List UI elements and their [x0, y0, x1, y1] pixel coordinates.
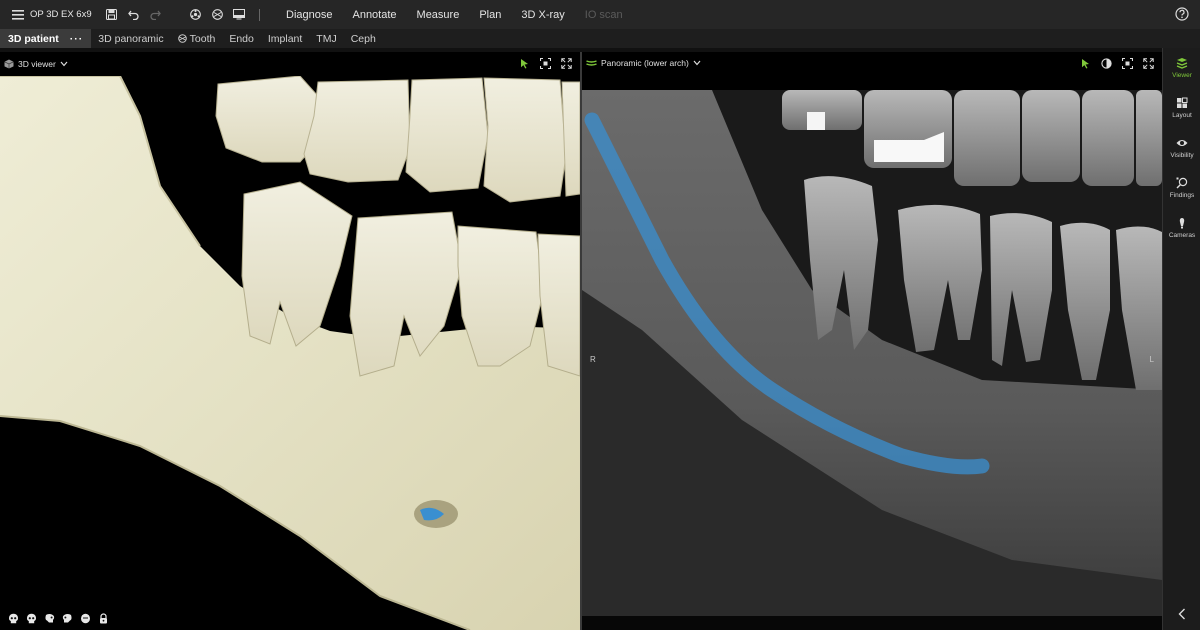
- maximize-icon[interactable]: [561, 58, 572, 69]
- study-title: OP 3D EX 6x9: [30, 9, 92, 20]
- study-menu[interactable]: OP 3D EX 6x9: [0, 9, 100, 21]
- mode-measure[interactable]: Measure: [407, 9, 470, 21]
- menu-icon[interactable]: [12, 9, 24, 21]
- panoramic-viewport[interactable]: R L: [582, 90, 1162, 616]
- 3d-render-viewport[interactable]: [0, 75, 580, 630]
- tab-ceph[interactable]: Ceph: [344, 29, 383, 48]
- tab-tmj[interactable]: TMJ: [309, 29, 343, 48]
- findings-icon: [1176, 177, 1188, 189]
- sidebar-item-cameras[interactable]: Cameras: [1163, 208, 1200, 248]
- 3d-viewer-header: 3D viewer: [0, 52, 580, 76]
- maximize-icon[interactable]: [1143, 58, 1154, 69]
- fit-view-icon[interactable]: [540, 58, 551, 69]
- tab-label: 3D panoramic: [98, 32, 164, 45]
- sidebar-item-label: Viewer: [1172, 72, 1192, 79]
- view-presets: [8, 613, 109, 624]
- tab-endo[interactable]: Endo: [222, 29, 261, 48]
- fit-view-icon[interactable]: [1122, 58, 1133, 69]
- sidebar-item-label: Layout: [1172, 112, 1192, 119]
- sidebar-item-visibility[interactable]: Visibility: [1163, 128, 1200, 168]
- skull-right-icon[interactable]: [44, 613, 55, 624]
- sidebar-item-label: Cameras: [1168, 232, 1196, 239]
- dental-chart-icon[interactable]: [211, 9, 223, 21]
- pointer-icon[interactable]: [519, 58, 530, 69]
- viewer-icon: [1176, 57, 1188, 69]
- undo-icon[interactable]: [127, 9, 139, 21]
- tab-label: TMJ: [316, 32, 337, 45]
- tab-more-button[interactable]: ···: [70, 33, 84, 45]
- cube-icon: [4, 59, 14, 69]
- tab-label: 3D patient: [8, 32, 59, 45]
- 3d-viewer-pane: 3D viewer: [0, 52, 580, 630]
- contrast-icon[interactable]: [1101, 58, 1112, 69]
- chevron-down-icon: [60, 60, 68, 68]
- mode-3d-xray[interactable]: 3D X-ray: [511, 9, 574, 21]
- 3d-viewer-title: 3D viewer: [18, 59, 56, 69]
- skull-front-icon[interactable]: [8, 613, 19, 624]
- mode-menu: Diagnose Annotate Measure Plan 3D X-ray …: [276, 9, 633, 21]
- network-icon[interactable]: [189, 9, 201, 21]
- panoramic-title: Panoramic (lower arch): [601, 58, 689, 68]
- 3d-mandible-render: [0, 75, 580, 630]
- mode-diagnose[interactable]: Diagnose: [276, 9, 342, 21]
- tab-label: Tooth: [189, 32, 216, 45]
- toolbar-separator: [259, 8, 260, 21]
- tab-label: Implant: [267, 32, 303, 45]
- chevron-down-icon: [693, 59, 701, 67]
- orientation-right-label: R: [590, 355, 596, 364]
- layout-icon: [1176, 97, 1188, 109]
- camera-icon: [1176, 217, 1188, 229]
- panoramic-header: Panoramic (lower arch): [582, 52, 1162, 90]
- orientation-left-label: L: [1149, 355, 1154, 364]
- workflow-tabs: 3D patient ··· 3D panoramic Tooth Endo I…: [0, 29, 1200, 48]
- tab-label: Endo: [229, 32, 254, 45]
- panoramic-xray-image: [582, 90, 1162, 616]
- skull-left-icon[interactable]: [26, 613, 37, 624]
- redo-icon[interactable]: [149, 9, 161, 21]
- mode-plan[interactable]: Plan: [469, 9, 511, 21]
- sidebar-item-findings[interactable]: Findings: [1163, 168, 1200, 208]
- tab-implant[interactable]: Implant: [261, 29, 309, 48]
- tab-3d-patient[interactable]: 3D patient ···: [0, 29, 92, 48]
- help-icon[interactable]: [1175, 7, 1189, 21]
- pointer-icon[interactable]: [1080, 58, 1091, 69]
- sidebar-item-layout[interactable]: Layout: [1163, 88, 1200, 128]
- panoramic-tools: [1080, 58, 1154, 69]
- skull-lock-icon[interactable]: [98, 613, 109, 624]
- collapse-sidebar-icon[interactable]: [1176, 608, 1188, 620]
- skull-bottom-icon[interactable]: [80, 613, 91, 624]
- 3d-viewer-selector[interactable]: 3D viewer: [4, 59, 68, 69]
- right-sidebar: Viewer Layout Visibility Findings Camera…: [1162, 48, 1200, 630]
- top-toolbar: OP 3D EX 6x9 Diagnose Annotate Measure P…: [0, 0, 1200, 29]
- skull-top-icon[interactable]: [62, 613, 73, 624]
- sidebar-item-viewer[interactable]: Viewer: [1163, 48, 1200, 88]
- panoramic-icon: [586, 59, 597, 68]
- file-tools: [105, 9, 245, 21]
- tooth-icon: [177, 34, 187, 43]
- sidebar-item-label: Visibility: [1170, 152, 1194, 159]
- 3d-viewer-tools: [519, 58, 572, 69]
- mode-annotate[interactable]: Annotate: [342, 9, 406, 21]
- upper-teeth: [215, 75, 580, 203]
- panoramic-selector[interactable]: Panoramic (lower arch): [586, 58, 701, 68]
- eye-icon: [1176, 137, 1188, 149]
- sidebar-item-label: Findings: [1169, 192, 1195, 199]
- tab-3d-panoramic[interactable]: 3D panoramic: [91, 29, 170, 48]
- panoramic-pane: Panoramic (lower arch) R L: [582, 52, 1162, 630]
- tab-tooth[interactable]: Tooth: [171, 29, 223, 48]
- save-icon[interactable]: [105, 9, 117, 21]
- tab-label: Ceph: [350, 32, 376, 45]
- mode-io-scan[interactable]: IO scan: [575, 9, 633, 21]
- screen-icon[interactable]: [233, 9, 245, 21]
